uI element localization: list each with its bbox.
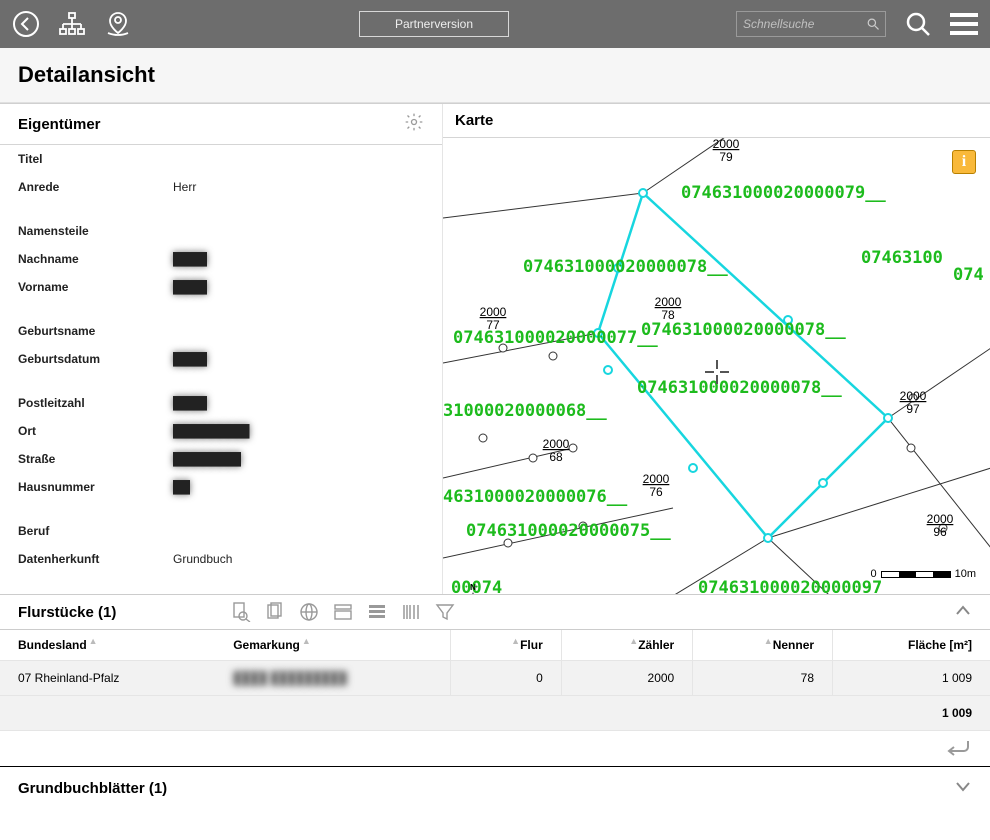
barcode-icon[interactable] — [400, 601, 422, 623]
svg-text:07463100: 07463100 — [861, 248, 943, 268]
flurstuecke-header: Flurstücke (1) — [0, 594, 990, 630]
label-vorname: Vorname — [18, 280, 173, 294]
flurstuecke-table: Bundesland▲ Gemarkung▲ ▲Flur ▲Zähler ▲Ne… — [0, 630, 990, 731]
version-button[interactable]: Partnerversion — [359, 11, 509, 37]
label-anrede: Anrede — [18, 180, 173, 194]
map-canvas[interactable]: 2000792000772000782000682000762000972000… — [443, 138, 990, 594]
col-bundesland[interactable]: Bundesland▲ — [0, 630, 215, 661]
location-icon[interactable] — [104, 10, 132, 38]
label-hausnummer: Hausnummer — [18, 480, 173, 494]
value-geburtsdatum: ████ — [173, 352, 207, 366]
svg-text:2000: 2000 — [480, 305, 507, 319]
back-button[interactable] — [12, 10, 40, 38]
table-row[interactable]: 07 Rheinland-Pfalz ████ █████████ 0 2000… — [0, 661, 990, 696]
svg-text:074: 074 — [953, 265, 984, 285]
grundbuch-header: Grundbuchblätter (1) — [0, 767, 990, 799]
svg-text:31000020000068__: 31000020000068__ — [443, 401, 608, 421]
return-icon[interactable] — [944, 737, 972, 760]
filter-icon[interactable] — [434, 601, 456, 623]
total-row: 1 009 — [0, 696, 990, 731]
scalebar: 0 10m — [870, 568, 976, 580]
svg-text:2000: 2000 — [643, 472, 670, 486]
globe-icon[interactable] — [298, 601, 320, 623]
label-ort: Ort — [18, 424, 173, 438]
svg-text:97: 97 — [906, 402, 920, 416]
label-plz: Postleitzahl — [18, 396, 173, 410]
doc-search-icon[interactable] — [230, 601, 252, 623]
svg-text:074631000020000097__: 074631000020000097__ — [698, 578, 903, 594]
svg-text:074631000020000078__: 074631000020000078__ — [637, 378, 842, 398]
value-datenherkunft: Grundbuch — [173, 552, 232, 566]
label-namensteile: Namensteile — [18, 224, 173, 238]
map-heading: Karte — [443, 104, 990, 138]
svg-text:074631000020000075__: 074631000020000075__ — [466, 521, 671, 541]
label-geburtsname: Geburtsname — [18, 324, 173, 338]
svg-text:074631000020000077__: 074631000020000077__ — [453, 328, 658, 348]
svg-text:76: 76 — [649, 485, 663, 499]
col-flur[interactable]: ▲Flur — [451, 630, 562, 661]
svg-text:074631000020000078__: 074631000020000078__ — [641, 320, 846, 340]
grundbuch-title: Grundbuchblätter (1) — [18, 780, 167, 797]
owner-panel: Eigentümer Titel AnredeHerr Namensteile … — [0, 104, 442, 594]
value-strasse: ████████ — [173, 452, 241, 466]
value-vorname: ████ — [173, 280, 207, 294]
search-large-icon[interactable] — [904, 10, 932, 38]
col-nenner[interactable]: ▲Nenner — [693, 630, 833, 661]
col-zaehler[interactable]: ▲Zähler — [561, 630, 692, 661]
quick-search[interactable] — [736, 11, 886, 37]
svg-text:68: 68 — [549, 450, 563, 464]
value-nachname: ████ — [173, 252, 207, 266]
label-titel: Titel — [18, 152, 173, 166]
svg-text:N: N — [470, 583, 476, 592]
svg-text:2000: 2000 — [927, 512, 954, 526]
col-gemarkung[interactable]: Gemarkung▲ — [215, 630, 451, 661]
svg-text:2000: 2000 — [543, 437, 570, 451]
collapse-icon[interactable] — [954, 602, 972, 623]
label-nachname: Nachname — [18, 252, 173, 266]
value-hausnummer: ██ — [173, 480, 190, 494]
svg-text:2000: 2000 — [655, 295, 682, 309]
label-datenherkunft: Datenherkunft — [18, 552, 173, 566]
sitemap-icon[interactable] — [58, 10, 86, 38]
value-ort: █████████ — [173, 424, 250, 438]
col-flaeche[interactable]: Fläche [m²] — [833, 630, 990, 661]
copy-icon[interactable] — [264, 601, 286, 623]
svg-text:4631000020000076__: 4631000020000076__ — [443, 487, 628, 507]
svg-text:79: 79 — [719, 150, 733, 164]
rows-icon[interactable] — [366, 601, 388, 623]
page-title: Detailansicht — [0, 48, 990, 103]
svg-text:2000: 2000 — [900, 389, 927, 403]
value-anrede: Herr — [173, 180, 196, 194]
label-strasse: Straße — [18, 452, 173, 466]
owner-heading: Eigentümer — [18, 116, 101, 133]
svg-text:074631000020000079__: 074631000020000079__ — [681, 183, 886, 203]
label-beruf: Beruf — [18, 524, 173, 538]
topbar: Partnerversion — [0, 0, 990, 48]
gear-icon[interactable] — [404, 112, 424, 136]
svg-text:074631000020000078__: 074631000020000078__ — [523, 257, 728, 277]
map-info-button[interactable]: i — [952, 150, 976, 174]
search-input[interactable] — [743, 17, 861, 31]
flurstuecke-title: Flurstücke (1) — [18, 604, 116, 621]
map-panel: Karte — [442, 104, 990, 594]
label-geburtsdatum: Geburtsdatum — [18, 352, 173, 366]
value-plz: ████ — [173, 396, 207, 410]
menu-icon[interactable] — [950, 13, 978, 35]
svg-text:96: 96 — [933, 525, 947, 539]
search-icon — [867, 17, 879, 31]
expand-icon[interactable] — [954, 777, 972, 799]
layout-icon[interactable] — [332, 601, 354, 623]
